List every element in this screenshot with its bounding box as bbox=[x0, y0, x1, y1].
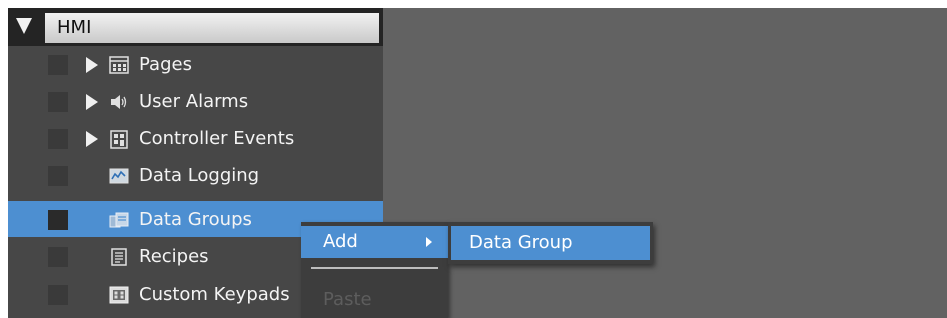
context-menu-paste: Paste bbox=[323, 289, 372, 310]
add-submenu: Data Group bbox=[448, 222, 653, 264]
tree-item-pages[interactable]: Pages bbox=[8, 46, 383, 83]
expand-arrow-icon[interactable] bbox=[86, 57, 98, 73]
pages-icon bbox=[109, 56, 129, 74]
expand-arrow-icon[interactable] bbox=[86, 94, 98, 110]
tree-item-data-logging[interactable]: Data Logging bbox=[8, 157, 383, 194]
tree-item-label: Recipes bbox=[139, 246, 209, 267]
item-marker bbox=[48, 92, 68, 112]
item-marker bbox=[48, 210, 68, 230]
keypad-icon bbox=[109, 286, 129, 304]
recipes-icon bbox=[111, 248, 127, 266]
item-marker bbox=[48, 247, 68, 267]
tree-item-label: Custom Keypads bbox=[139, 284, 290, 305]
speaker-icon bbox=[111, 95, 127, 109]
collapse-arrow-icon[interactable] bbox=[16, 18, 32, 34]
context-menu: Add Paste bbox=[301, 222, 448, 318]
item-marker bbox=[48, 55, 68, 75]
tree-item-controller-events[interactable]: Controller Events bbox=[8, 120, 383, 157]
menu-separator bbox=[311, 267, 438, 269]
item-marker bbox=[48, 166, 68, 186]
context-menu-add[interactable]: Add bbox=[301, 226, 448, 258]
data-groups-icon bbox=[109, 212, 129, 228]
tree-item-user-alarms[interactable]: User Alarms bbox=[8, 83, 383, 120]
controller-events-icon bbox=[110, 130, 128, 149]
tree-item-label: Data Groups bbox=[139, 209, 252, 230]
submenu-arrow-icon bbox=[426, 237, 432, 247]
tree-root-label[interactable]: HMI bbox=[45, 13, 379, 43]
tree-item-label: User Alarms bbox=[139, 91, 249, 112]
expand-arrow-icon[interactable] bbox=[86, 131, 98, 147]
data-logging-icon bbox=[109, 168, 129, 184]
workspace-background: HMI Pages User Alarms Controller Events … bbox=[8, 8, 947, 318]
tree-item-label: Pages bbox=[139, 54, 192, 75]
context-menu-add-label: Add bbox=[323, 231, 358, 252]
item-marker bbox=[48, 285, 68, 305]
item-marker bbox=[48, 129, 68, 149]
tree-item-label: Data Logging bbox=[139, 165, 260, 186]
tree-item-label: Controller Events bbox=[139, 128, 295, 149]
submenu-item-data-group[interactable]: Data Group bbox=[451, 226, 650, 260]
tree-root-row[interactable]: HMI bbox=[8, 8, 383, 46]
